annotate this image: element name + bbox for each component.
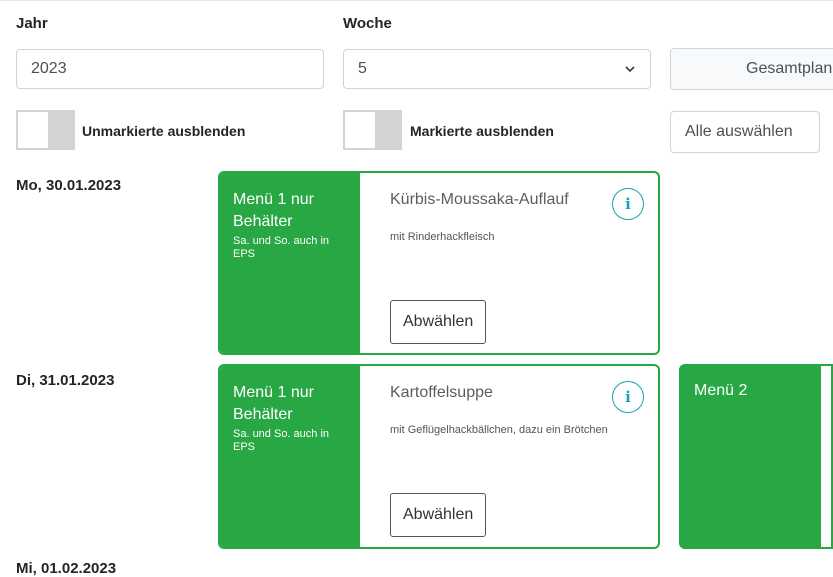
meal-body: Kürbis-Moussaka-Auflauf i mit Rinderhack…: [360, 173, 658, 353]
select-all-label: Alle auswählen: [685, 123, 793, 140]
toggle-knob: [18, 112, 48, 148]
meal-body: Kartoffelsuppe i mit Geflügelhackbällche…: [360, 366, 658, 547]
day-date: Di, 31.01.2023: [16, 372, 115, 389]
menu-name: Menü 1 nur Behälter: [233, 191, 314, 230]
menu-sidebar: Menü 1 nur Behälter Sa. und So. auch in …: [220, 366, 360, 547]
meal-card: Menü 1 nur Behälter Sa. und So. auch in …: [218, 171, 660, 355]
week-select[interactable]: 5: [343, 49, 651, 89]
year-label: Jahr: [16, 15, 48, 32]
overview-button[interactable]: Gesamtplan: [670, 48, 833, 90]
menu-note: Sa. und So. auch in EPS: [233, 235, 330, 260]
hide-unmarked-label: Unmarkierte ausblenden: [82, 123, 246, 139]
dish-title: Kartoffelsuppe: [390, 384, 493, 401]
meal-card: Menü 1 nur Behälter Sa. und So. auch in …: [218, 364, 660, 549]
info-icon[interactable]: i: [612, 188, 644, 220]
dish-title: Kürbis-Moussaka-Auflauf: [390, 191, 569, 208]
meal-body: [821, 366, 831, 547]
day-date: Mo, 30.01.2023: [16, 177, 122, 194]
menu-name: Menü 2: [694, 382, 748, 399]
chevron-down-icon: [625, 66, 635, 73]
info-icon[interactable]: i: [612, 381, 644, 413]
menu-note: Sa. und So. auch in EPS: [233, 428, 330, 453]
dish-description: mit Geflügelhackbällchen, dazu ein Brötc…: [390, 424, 608, 436]
hide-marked-label: Markierte ausblenden: [410, 123, 554, 139]
top-divider: [0, 0, 833, 1]
dish-description: mit Rinderhackfleisch: [390, 231, 495, 243]
meal-card-partial: Menü 2: [679, 364, 833, 549]
year-input[interactable]: 2023: [16, 49, 324, 89]
select-all-button[interactable]: Alle auswählen: [670, 111, 820, 153]
menu-name: Menü 1 nur Behälter: [233, 384, 314, 423]
menu-sidebar: Menü 1 nur Behälter Sa. und So. auch in …: [220, 173, 360, 353]
week-label: Woche: [343, 15, 392, 32]
overview-button-label: Gesamtplan: [746, 60, 833, 77]
hide-marked-toggle[interactable]: [343, 110, 402, 150]
year-value: 2023: [31, 60, 67, 77]
hide-unmarked-toggle[interactable]: [16, 110, 75, 150]
toggle-knob: [345, 112, 375, 148]
deselect-button[interactable]: Abwählen: [390, 493, 487, 537]
deselect-button[interactable]: Abwählen: [390, 300, 487, 344]
week-value: 5: [358, 60, 367, 77]
